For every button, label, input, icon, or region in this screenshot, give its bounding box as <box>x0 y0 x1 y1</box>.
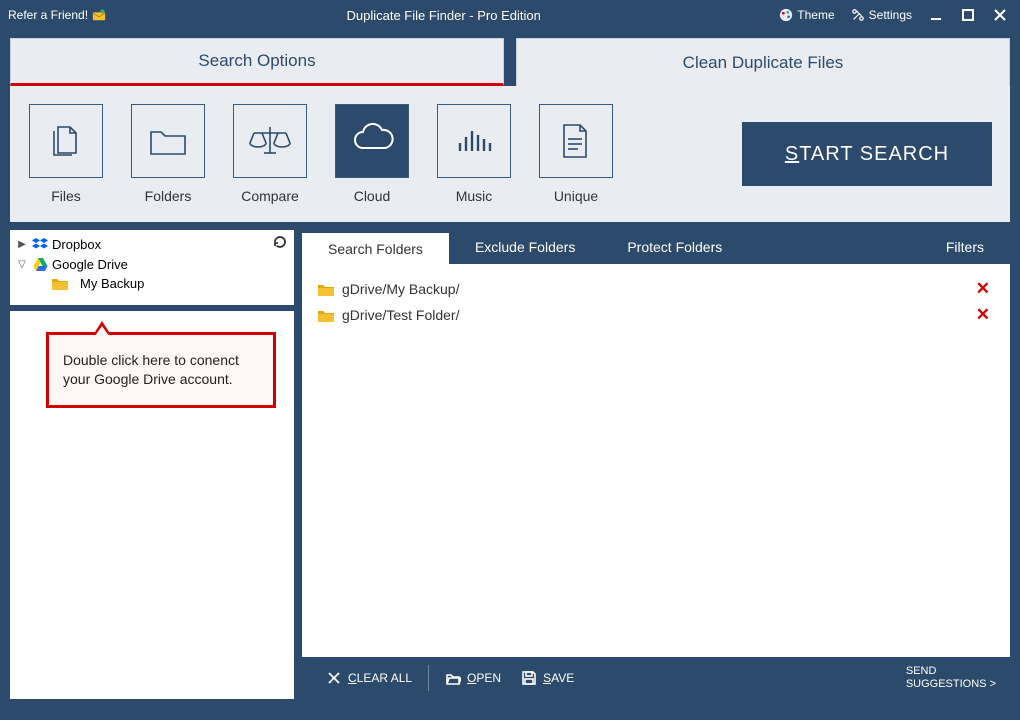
dropbox-icon <box>32 236 48 252</box>
tree-sub-label: My Backup <box>80 276 144 291</box>
remove-item-button[interactable]: ✕ <box>972 305 994 325</box>
search-folders-list: gDrive/My Backup/ ✕ gDrive/Test Folder/ … <box>302 264 1010 657</box>
cloud-icon <box>347 116 397 166</box>
list-item-path: gDrive/My Backup/ <box>342 281 459 297</box>
theme-label: Theme <box>797 8 834 22</box>
tool-cloud[interactable]: Cloud <box>334 104 410 204</box>
tree-item-gdrive[interactable]: ▽ Google Drive <box>12 254 292 274</box>
maximize-button[interactable] <box>954 2 982 28</box>
tool-unique-label: Unique <box>554 188 598 204</box>
hint-callout: Double click here to conenct your Google… <box>46 332 276 408</box>
tab-clean-duplicates[interactable]: Clean Duplicate Files <box>516 38 1010 86</box>
close-icon <box>994 9 1006 21</box>
tool-compare[interactable]: Compare <box>232 104 308 204</box>
tree-subitem[interactable]: My Backup <box>12 274 292 293</box>
tools-panel: Files Folders Compare Cloud Music Unique… <box>10 86 1010 222</box>
settings-button[interactable]: Settings <box>845 4 918 26</box>
clear-prefix: C <box>348 671 357 685</box>
save-button[interactable]: SAVE <box>511 664 584 692</box>
title-bar: Refer a Friend! Duplicate File Finder - … <box>0 0 1020 30</box>
separator <box>428 665 429 691</box>
tools-icon <box>851 8 865 22</box>
expand-icon: ▶ <box>16 239 28 250</box>
tool-files[interactable]: Files <box>28 104 104 204</box>
tool-folders[interactable]: Folders <box>130 104 206 204</box>
subtab-search-folders[interactable]: Search Folders <box>302 233 449 264</box>
tool-music[interactable]: Music <box>436 104 512 204</box>
collapse-icon: ▽ <box>16 259 28 270</box>
subtab-exclude-folders[interactable]: Exclude Folders <box>449 230 601 264</box>
maximize-icon <box>962 9 974 21</box>
close-button[interactable] <box>986 2 1014 28</box>
open-icon <box>445 670 461 686</box>
send-label: SEND <box>906 665 996 678</box>
subtab-filters[interactable]: Filters <box>920 230 1010 264</box>
content-area: Search Folders Exclude Folders Protect F… <box>302 230 1010 699</box>
tool-files-label: Files <box>51 188 81 204</box>
refer-icon <box>92 8 106 22</box>
footer-bar: CLEAR ALL OPEN SAVE SEND SUGGESTIONS > <box>302 657 1010 699</box>
cloud-accounts-tree: ▶ Dropbox ▽ Google Drive My Backup <box>10 230 294 305</box>
tab-search-options[interactable]: Search Options <box>10 38 504 86</box>
main-tabs: Search Options Clean Duplicate Files <box>0 30 1020 86</box>
open-rest: PEN <box>476 671 501 685</box>
suggestions-label: SUGGESTIONS > <box>906 678 996 691</box>
subtab-protect-folders[interactable]: Protect Folders <box>601 230 748 264</box>
clear-all-button[interactable]: CLEAR ALL <box>316 664 422 692</box>
app-title: Duplicate File Finder - Pro Edition <box>114 8 773 23</box>
folder-icon <box>318 309 334 322</box>
refer-a-friend-link[interactable]: Refer a Friend! <box>0 8 114 22</box>
clear-rest: LEAR ALL <box>357 671 412 685</box>
tool-cloud-label: Cloud <box>354 188 391 204</box>
google-drive-icon <box>32 256 48 272</box>
folder-icon <box>318 283 334 296</box>
minimize-icon <box>930 9 942 21</box>
tool-compare-label: Compare <box>241 188 299 204</box>
callout-text: Double click here to conenct your Google… <box>63 352 239 387</box>
start-rest: TART SEARCH <box>799 143 949 166</box>
theme-button[interactable]: Theme <box>773 4 840 26</box>
folders-icon <box>145 118 191 164</box>
list-item-path: gDrive/Test Folder/ <box>342 307 459 323</box>
sidebar: ▶ Dropbox ▽ Google Drive My Backup <box>0 230 294 699</box>
open-prefix: O <box>467 671 476 685</box>
tree-item-dropbox[interactable]: ▶ Dropbox <box>12 234 292 254</box>
tool-folders-label: Folders <box>145 188 192 204</box>
refresh-icon <box>272 234 288 250</box>
remove-item-button[interactable]: ✕ <box>972 279 994 299</box>
tool-music-label: Music <box>456 188 493 204</box>
subtabs: Search Folders Exclude Folders Protect F… <box>302 230 1010 264</box>
save-rest: AVE <box>551 671 574 685</box>
minimize-button[interactable] <box>922 2 950 28</box>
send-suggestions-link[interactable]: SEND SUGGESTIONS > <box>906 665 996 691</box>
palette-icon <box>779 8 793 22</box>
list-item[interactable]: gDrive/Test Folder/ ✕ <box>318 302 994 328</box>
save-prefix: S <box>543 671 551 685</box>
refer-label: Refer a Friend! <box>8 8 88 22</box>
start-search-button[interactable]: START SEARCH <box>742 122 992 186</box>
files-icon <box>44 119 88 163</box>
folder-icon <box>52 277 68 290</box>
unique-icon <box>556 119 596 163</box>
refresh-button[interactable] <box>272 234 288 253</box>
compare-icon <box>246 117 294 165</box>
save-icon <box>521 670 537 686</box>
music-icon <box>452 119 496 163</box>
clear-icon <box>326 670 342 686</box>
list-item[interactable]: gDrive/My Backup/ ✕ <box>318 276 994 302</box>
start-prefix: S <box>785 143 799 166</box>
tool-unique[interactable]: Unique <box>538 104 614 204</box>
open-button[interactable]: OPEN <box>435 664 511 692</box>
settings-label: Settings <box>869 8 912 22</box>
tree-label-gdrive: Google Drive <box>52 257 128 272</box>
tree-label-dropbox: Dropbox <box>52 237 101 252</box>
